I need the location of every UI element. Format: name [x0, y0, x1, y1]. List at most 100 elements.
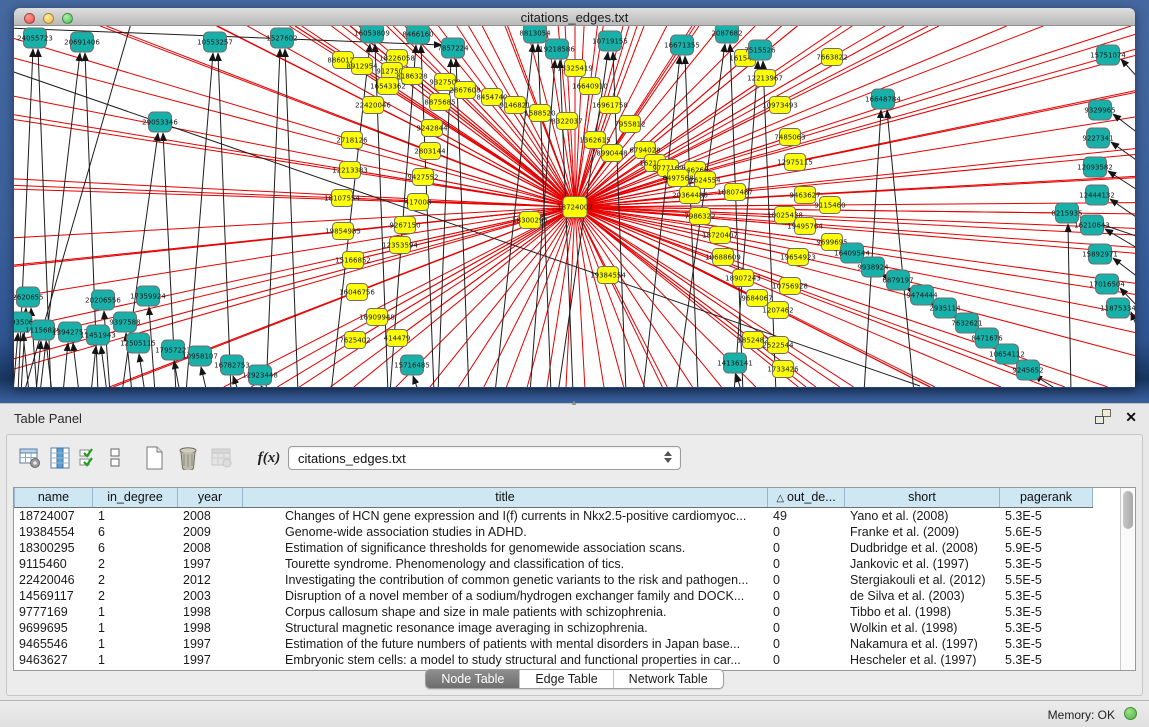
graph-node[interactable]: 16909948 — [359, 309, 395, 326]
graph-node[interactable]: 10688609 — [705, 249, 741, 266]
form-view-icon[interactable] — [101, 446, 129, 470]
node-attribute-table: namein_degreeyeartitle△out_de...shortpag… — [13, 487, 1136, 671]
column-header-out_de[interactable]: △out_de... — [768, 488, 845, 507]
graph-node[interactable]: 7515526 — [744, 40, 776, 60]
graph-node[interactable]: 17016504 — [1089, 274, 1125, 294]
column-header-year[interactable]: year — [178, 488, 243, 507]
graph-node[interactable]: 2718126 — [336, 132, 368, 149]
graph-node[interactable]: 2087682 — [711, 26, 742, 43]
table-row[interactable]: 1938455462009Genome-wide association stu… — [14, 524, 1120, 540]
table-row[interactable]: 977716911998Corpus callosum shape and si… — [14, 604, 1120, 620]
graph-node[interactable]: 12213383 — [332, 162, 368, 179]
graph-node[interactable]: 29053346 — [142, 112, 178, 132]
table-row[interactable]: 946362711997Embryonic stem cells: a mode… — [14, 652, 1120, 668]
delete-table-icon[interactable] — [205, 446, 239, 470]
graph-node[interactable]: 8466160 — [402, 26, 433, 44]
graph-node[interactable]: 16961758 — [592, 97, 628, 114]
table-row[interactable]: 1456911722003Disruption of a novel membe… — [14, 588, 1120, 604]
citation-network-graph[interactable]: 8860124891295418226058912750581863289327… — [14, 26, 1135, 387]
graph-node[interactable]: 9245652 — [1012, 360, 1043, 380]
graph-node[interactable]: 14136141 — [717, 353, 753, 373]
graph-node[interactable]: 414479 — [384, 330, 411, 347]
table-row[interactable]: 1872400712008Changes of HCN gene express… — [14, 508, 1120, 524]
graph-node[interactable]: 8875685 — [424, 94, 455, 111]
float-panel-icon[interactable] — [1095, 409, 1111, 424]
table-row[interactable]: 969969511998Structural magnetic resonanc… — [14, 620, 1120, 636]
graph-node[interactable]: 18907243 — [725, 270, 761, 287]
graph-node[interactable]: 18720407 — [702, 227, 738, 244]
graph-node[interactable]: 9427552 — [407, 169, 438, 186]
tab-edge-table[interactable]: Edge Table — [520, 670, 613, 688]
svg-text:414479: 414479 — [384, 335, 411, 343]
table-row[interactable]: 1830029562008Estimation of significance … — [14, 540, 1120, 556]
table-cell: 2008 — [178, 508, 243, 524]
close-panel-icon[interactable]: ✕ — [1125, 410, 1137, 424]
table-scrollbar[interactable] — [1120, 488, 1135, 670]
svg-text:7485063: 7485063 — [774, 134, 805, 142]
graph-node[interactable]: 10553257 — [197, 32, 233, 52]
column-header-short[interactable]: short — [845, 488, 1000, 507]
graph-node[interactable]: 7857224 — [437, 38, 469, 58]
graph-node[interactable]: 16671355 — [664, 35, 700, 55]
graph-node[interactable]: 7986322 — [684, 208, 715, 225]
graph-node[interactable]: 7625402 — [339, 332, 370, 349]
table-options-icon[interactable] — [15, 446, 45, 470]
graph-node[interactable]: 18107554 — [324, 190, 360, 207]
table-select-dropdown[interactable]: citations_edges.txt — [288, 446, 681, 470]
svg-text:15892971: 15892971 — [1082, 251, 1118, 259]
svg-text:1527602: 1527602 — [266, 35, 297, 43]
function-builder-icon[interactable]: f(x) — [251, 446, 287, 470]
table-row[interactable]: 946554611997Estimation of the future num… — [14, 636, 1120, 652]
graph-node[interactable]: 12975115 — [777, 154, 813, 171]
graph-node[interactable]: 11875334 — [1100, 298, 1135, 318]
graph-node[interactable]: 2620655 — [14, 287, 44, 307]
graph-node[interactable]: 12093582 — [1077, 157, 1113, 177]
graph-node[interactable]: 9267150 — [389, 217, 420, 234]
svg-text:9397588: 9397588 — [109, 319, 140, 327]
delete-column-icon[interactable] — [171, 446, 205, 470]
column-header-title[interactable]: title — [243, 488, 768, 507]
table-cell: Stergiakouli et al. (2012) — [845, 572, 1000, 588]
graph-node[interactable]: 9938924 — [857, 257, 889, 277]
graph-node[interactable]: 15892971 — [1082, 244, 1118, 264]
graph-node[interactable]: 17359924 — [130, 286, 166, 306]
graph-node[interactable]: 9227341 — [1082, 128, 1113, 148]
graph-node[interactable]: 16053809 — [354, 26, 390, 43]
graph-node[interactable]: 1733426 — [767, 361, 799, 378]
window-titlebar[interactable]: citations_edges.txt — [14, 8, 1135, 26]
graph-node[interactable]: 19854985 — [325, 223, 361, 240]
graph-node[interactable]: 12213967 — [747, 70, 783, 87]
graph-node[interactable]: 12505115 — [120, 333, 156, 353]
column-header-pagerank[interactable]: pagerank — [1000, 488, 1093, 507]
scrollbar-thumb[interactable] — [1123, 491, 1133, 529]
graph-node[interactable]: 20691406 — [64, 32, 100, 52]
table-cell: 5.3E-5 — [1000, 636, 1093, 652]
graph-node[interactable]: 15751074 — [1090, 45, 1126, 65]
column-header-name[interactable]: name — [14, 488, 93, 507]
graph-node[interactable]: 8322037 — [551, 113, 582, 130]
graph-node[interactable]: 8215935 — [1051, 203, 1082, 223]
create-column-icon[interactable] — [137, 446, 171, 470]
graph-node[interactable]: 6879197 — [882, 270, 913, 290]
graph-node[interactable]: 7955812 — [614, 116, 645, 133]
table-cell: 18724007 — [14, 508, 93, 524]
graph-node[interactable]: 417008 — [405, 194, 432, 211]
graph-node[interactable]: 24055723 — [17, 28, 53, 48]
tab-node-table[interactable]: Node Table — [426, 670, 520, 688]
column-header-in_degree[interactable]: in_degree — [93, 488, 178, 507]
graph-node[interactable]: 2803144 — [414, 143, 446, 160]
table-row[interactable]: 911546021997Tourette syndrome. Phenomeno… — [14, 556, 1120, 572]
graph-node[interactable]: 16648784 — [865, 89, 901, 109]
graph-node[interactable]: 9329965 — [1084, 100, 1115, 120]
graph-node[interactable]: 9397588 — [109, 312, 140, 332]
network-canvas[interactable]: 8860124891295418226058912750581863289327… — [14, 26, 1135, 387]
graph-node[interactable]: 1527602 — [266, 28, 297, 48]
svg-text:8466160: 8466160 — [402, 31, 433, 39]
graph-node[interactable]: 15166852 — [335, 252, 371, 269]
row-selection-icon[interactable] — [75, 446, 101, 470]
tab-network-table[interactable]: Network Table — [614, 670, 723, 688]
column-visibility-icon[interactable] — [45, 446, 75, 470]
graph-node[interactable]: 10756928 — [772, 278, 808, 295]
graph-node[interactable]: 12444132 — [1079, 185, 1115, 205]
table-row[interactable]: 2242004622012Investigating the contribut… — [14, 572, 1120, 588]
